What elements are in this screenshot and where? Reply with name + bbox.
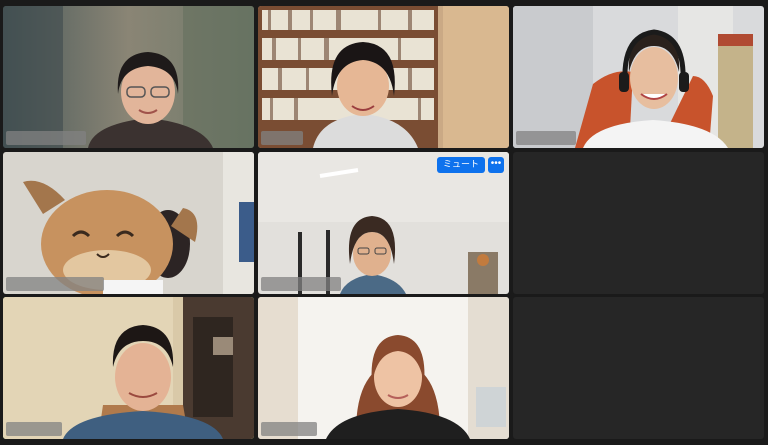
ellipsis-icon[interactable]: •••	[488, 157, 504, 173]
name-tag	[6, 131, 86, 145]
participant-tile-7[interactable]	[3, 297, 254, 439]
participant-name	[6, 427, 14, 437]
participant-video-8	[258, 297, 509, 439]
participant-name	[261, 136, 269, 146]
name-tag	[6, 422, 62, 436]
mute-button[interactable]: ミュート	[436, 157, 485, 173]
participant-video-1	[3, 6, 254, 148]
participant-name	[516, 136, 524, 146]
participant-tile-8[interactable]	[258, 297, 509, 439]
name-tag	[261, 277, 341, 291]
empty-tile-1	[513, 152, 764, 294]
name-tag	[261, 422, 317, 436]
name-tag	[516, 131, 576, 145]
empty-tile-2	[513, 297, 764, 439]
participant-tile-1[interactable]	[3, 6, 254, 148]
participant-video-5	[258, 152, 509, 294]
participant-name	[6, 282, 14, 292]
name-tag	[261, 131, 303, 145]
participant-video-7	[3, 297, 254, 439]
participant-video-2	[258, 6, 509, 148]
participant-tile-4[interactable]	[3, 152, 254, 294]
participant-name	[261, 282, 269, 292]
video-gallery: ミュート •••	[0, 0, 768, 445]
participant-name	[261, 427, 269, 437]
participant-video-4	[3, 152, 254, 294]
participant-tile-5[interactable]: ミュート •••	[258, 152, 509, 294]
participant-tile-3[interactable]	[513, 6, 764, 148]
participant-name	[6, 136, 14, 146]
participant-video-3	[513, 6, 764, 148]
name-tag	[6, 277, 104, 291]
participant-tile-2[interactable]	[258, 6, 509, 148]
